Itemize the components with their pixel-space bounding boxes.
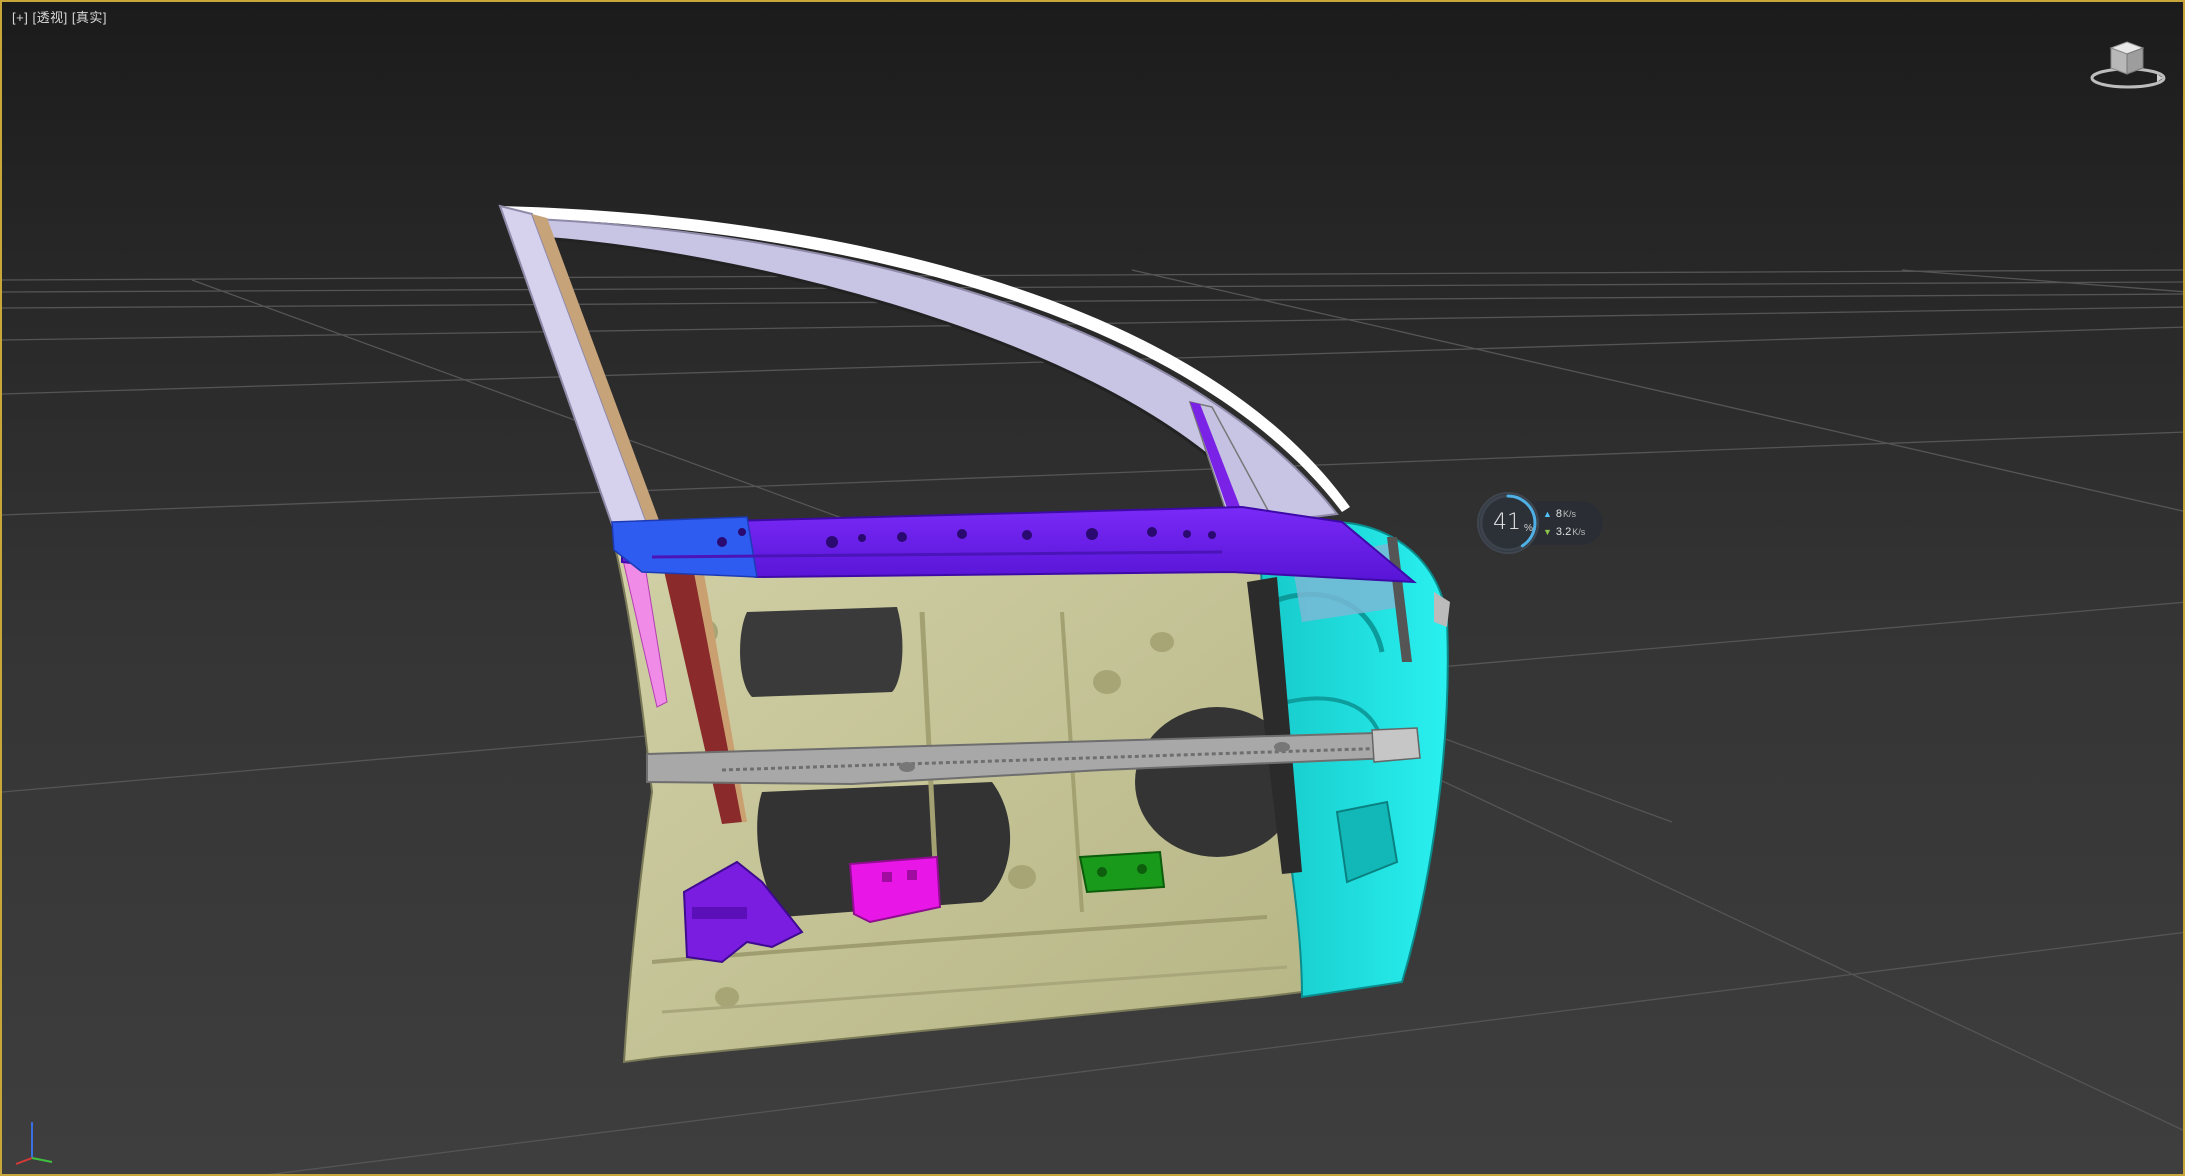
viewport-menu-shading[interactable]: [真实] xyxy=(72,10,107,25)
viewcube-icon[interactable] xyxy=(2087,34,2169,94)
usage-percent-unit: % xyxy=(1524,523,1533,534)
download-value: 3.2 xyxy=(1555,526,1572,538)
glass-run-bracket-green xyxy=(1078,850,1166,894)
usage-gauge[interactable]: 41 % xyxy=(1477,492,1539,554)
axis-tripod-icon xyxy=(15,1122,53,1165)
viewport-label[interactable]: [+] [透视] [真实] xyxy=(12,7,107,26)
panel-cutout-upper xyxy=(740,607,903,697)
upload-unit: K/s xyxy=(1563,509,1577,519)
viewport-menu-view[interactable]: [透视] xyxy=(32,10,67,25)
download-unit: K/s xyxy=(1572,527,1586,537)
network-speed-monitor[interactable]: ▲ 8K/s ▼ 3.2K/s 41 % xyxy=(1477,492,1607,556)
upload-value: 8 xyxy=(1555,508,1563,520)
3d-viewport[interactable]: [+] [透视] [真实] ▲ 8K/s ▼ 3.2K/s 41 % xyxy=(0,0,2185,1176)
arrow-down-icon: ▼ xyxy=(1543,527,1552,537)
arrow-up-icon: ▲ xyxy=(1543,509,1552,519)
network-speed-panel: ▲ 8K/s ▼ 3.2K/s xyxy=(1531,501,1603,545)
usage-percent: 41 xyxy=(1493,510,1521,535)
download-speed: ▼ 3.2K/s xyxy=(1543,525,1585,539)
door-model[interactable] xyxy=(498,204,1450,1064)
upload-speed: ▲ 8K/s xyxy=(1543,507,1576,521)
viewport-menu-plus[interactable]: [+] xyxy=(12,10,28,25)
scene-canvas[interactable] xyxy=(2,2,2185,1176)
